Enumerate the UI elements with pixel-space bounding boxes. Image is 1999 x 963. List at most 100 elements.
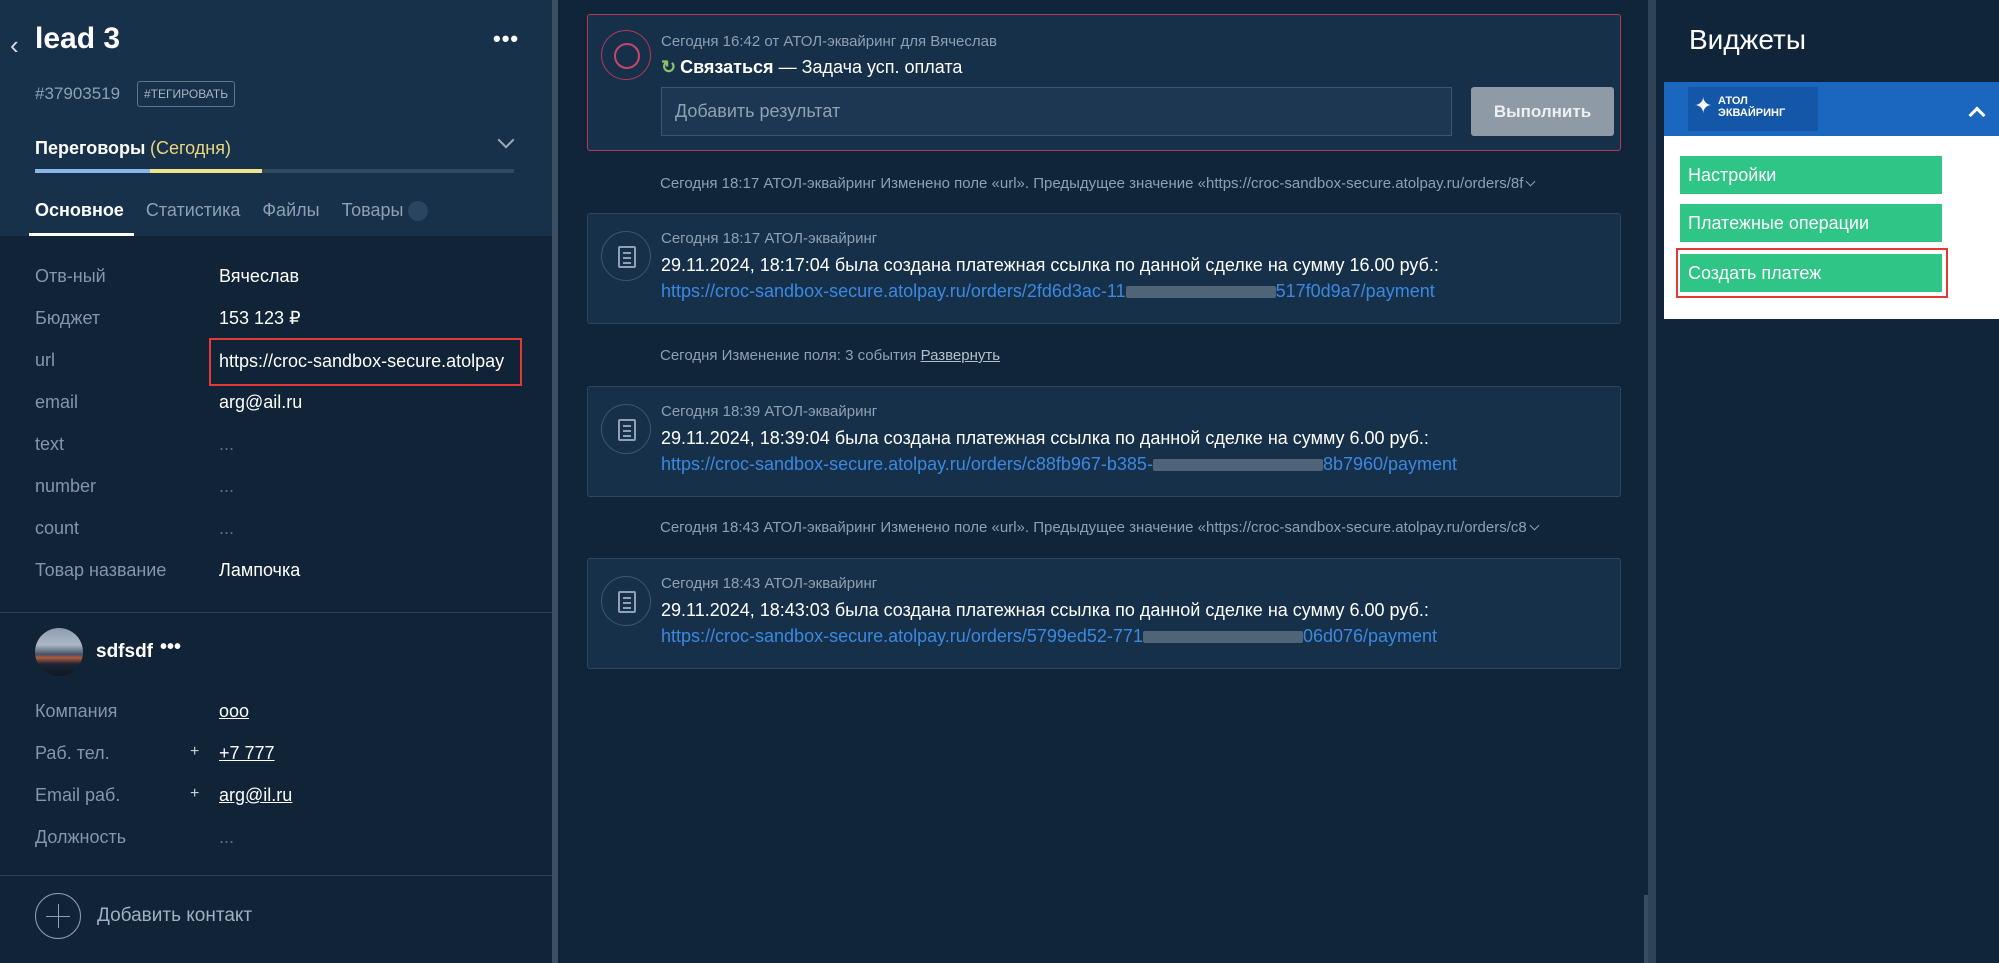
field-label-number: number xyxy=(35,476,97,496)
task-line: ↻ Связаться — Задача усп. оплата xyxy=(661,57,962,78)
note-meta: Сегодня 18:43 АТОЛ-эквайринг xyxy=(661,575,878,592)
task-action[interactable]: Связаться xyxy=(680,57,773,77)
history-text: Сегодня 18:17 АТОЛ-эквайринг Изменено по… xyxy=(660,175,1524,192)
execute-button[interactable]: Выполнить xyxy=(1471,87,1614,136)
task-text: Задача усп. оплата xyxy=(801,57,963,77)
field-value-work-email[interactable]: arg@il.ru xyxy=(219,785,292,806)
task-meta: Сегодня 16:42 от АТОЛ-эквайринг для Вяче… xyxy=(661,33,997,50)
widgets-panel: Виджеты ✦ АТОЛ ЭКВАЙРИНГ Настройки Плате… xyxy=(1648,0,1999,963)
divider xyxy=(0,875,552,876)
payment-link[interactable]: https://croc-sandbox-secure.atolpay.ru/o… xyxy=(661,281,1435,302)
field-value-text[interactable]: ... xyxy=(219,434,234,455)
note-card: Сегодня 18:17 АТОЛ-эквайринг 29.11.2024,… xyxy=(587,213,1621,324)
more-menu-icon[interactable]: ••• xyxy=(493,26,519,52)
chevron-down-icon[interactable] xyxy=(1529,520,1540,531)
call-plus-icon[interactable]: + xyxy=(190,743,199,761)
note-text: 29.11.2024, 18:39:04 была создана платеж… xyxy=(661,428,1429,448)
contact-name[interactable]: sdfsdf xyxy=(96,641,153,663)
field-label-text: text xyxy=(35,434,65,454)
field-value-email[interactable]: arg@ail.ru xyxy=(219,392,302,413)
star-icon: ✦ xyxy=(1694,93,1713,118)
card-tabs: Основное Статистика Файлы Товары xyxy=(29,200,450,236)
atol-widget-header[interactable]: ✦ АТОЛ ЭКВАЙРИНГ xyxy=(1664,82,1999,136)
back-arrow-icon[interactable]: ‹ xyxy=(10,30,19,61)
chevron-down-icon[interactable] xyxy=(1525,176,1536,187)
payment-link-start: https://croc-sandbox-secure.atolpay.ru/o… xyxy=(661,454,1153,474)
note-text: 29.11.2024, 18:17:04 была создана платеж… xyxy=(661,255,1439,275)
tab-products-label: Товары xyxy=(341,200,404,220)
refresh-icon: ↻ xyxy=(661,57,677,77)
task-card: Сегодня 16:42 от АТОЛ-эквайринг для Вяче… xyxy=(587,14,1621,151)
create-payment-button[interactable]: Создать платеж xyxy=(1680,254,1942,292)
stage-date: (Сегодня) xyxy=(150,138,231,158)
activity-feed: Сегодня 16:42 от АТОЛ-эквайринг для Вяче… xyxy=(558,0,1648,963)
payment-link[interactable]: https://croc-sandbox-secure.atolpay.ru/o… xyxy=(661,626,1437,647)
payment-link-end: 06d076/payment xyxy=(1302,626,1438,646)
field-value-position[interactable]: ... xyxy=(219,827,234,848)
settings-button[interactable]: Настройки xyxy=(1680,156,1942,194)
tag-button[interactable]: #ТЕГИРОВАТЬ xyxy=(137,81,236,107)
tab-statistics[interactable]: Статистика xyxy=(146,200,241,236)
history-entry: Сегодня 18:43 АТОЛ-эквайринг Изменено по… xyxy=(660,519,1540,536)
field-value-url[interactable]: https://croc-sandbox-secure.atolpay xyxy=(209,338,522,386)
task-dash: — xyxy=(778,57,797,77)
field-label-responsible: Отв-ный xyxy=(35,266,106,286)
note-meta: Сегодня 18:17 АТОЛ-эквайринг xyxy=(661,230,878,247)
pipeline-stage[interactable]: Переговоры xyxy=(35,138,145,159)
atol-widget-body: Настройки Платежные операции Создать пла… xyxy=(1664,136,1999,319)
payment-operations-button[interactable]: Платежные операции xyxy=(1680,204,1942,242)
add-contact-plus-icon[interactable] xyxy=(35,893,81,939)
add-contact-button[interactable]: Добавить контакт xyxy=(97,905,252,927)
stage-chevron-down-icon[interactable] xyxy=(497,131,515,149)
progress-segment-1 xyxy=(35,169,150,173)
field-value-company[interactable]: ооо xyxy=(219,701,249,722)
field-label-url: url xyxy=(35,350,56,370)
field-label-position: Должность xyxy=(35,827,127,847)
avatar[interactable] xyxy=(35,628,83,676)
lead-title[interactable]: lead 3 xyxy=(35,22,120,56)
payment-link-end: 8b7960/payment xyxy=(1322,454,1458,474)
document-icon xyxy=(601,231,651,281)
payment-link-start: https://croc-sandbox-secure.atolpay.ru/o… xyxy=(661,626,1143,646)
history-entry: Сегодня 18:17 АТОЛ-эквайринг Изменено по… xyxy=(660,175,1536,192)
progress-segment-2 xyxy=(150,169,262,173)
lead-id: #37903519 xyxy=(35,84,121,103)
redaction xyxy=(1142,631,1303,644)
note-text: 29.11.2024, 18:43:03 была создана платеж… xyxy=(661,600,1429,620)
document-icon xyxy=(601,576,651,626)
field-label-work-phone: Раб. тел. xyxy=(35,743,110,763)
tab-products[interactable]: Товары xyxy=(342,200,428,236)
field-label-count: count xyxy=(35,518,80,538)
history-text: Сегодня Изменение поля: 3 события xyxy=(660,347,917,364)
atol-logo-text: АТОЛ ЭКВАЙРИНГ xyxy=(1718,95,1786,119)
field-value-product-name[interactable]: Лампочка xyxy=(219,560,300,581)
field-value-budget[interactable]: 153 123 ₽ xyxy=(219,308,301,329)
chevron-up-icon[interactable] xyxy=(1968,106,1986,124)
note-meta: Сегодня 18:39 АТОЛ-эквайринг xyxy=(661,403,878,420)
payment-link[interactable]: https://croc-sandbox-secure.atolpay.ru/o… xyxy=(661,454,1457,475)
redaction xyxy=(1152,459,1323,472)
stage-progress xyxy=(35,169,514,173)
note-card: Сегодня 18:43 АТОЛ-эквайринг 29.11.2024,… xyxy=(587,558,1621,669)
widgets-title: Виджеты xyxy=(1689,24,1806,55)
field-value-count[interactable]: ... xyxy=(219,518,234,539)
field-label-work-email: Email раб. xyxy=(35,785,121,805)
tab-files[interactable]: Файлы xyxy=(262,200,319,236)
clock-icon xyxy=(601,30,651,80)
expand-link[interactable]: Развернуть xyxy=(921,347,1001,364)
tab-main[interactable]: Основное xyxy=(29,200,134,236)
field-value-number[interactable]: ... xyxy=(219,476,234,497)
result-input[interactable] xyxy=(661,87,1452,136)
field-label-product-name: Товар название xyxy=(35,560,167,580)
payment-link-start: https://croc-sandbox-secure.atolpay.ru/o… xyxy=(661,281,1126,301)
contact-more-icon[interactable]: ••• xyxy=(160,636,181,659)
field-value-responsible[interactable]: Вячеслав xyxy=(219,266,299,287)
email-plus-icon[interactable]: + xyxy=(190,785,199,803)
note-card: Сегодня 18:39 АТОЛ-эквайринг 29.11.2024,… xyxy=(587,386,1621,497)
atol-logo: ✦ АТОЛ ЭКВАЙРИНГ xyxy=(1688,87,1818,131)
field-value-work-phone[interactable]: +7 777 xyxy=(219,743,275,764)
document-icon xyxy=(601,404,651,454)
history-text: Сегодня 18:43 АТОЛ-эквайринг Изменено по… xyxy=(660,519,1527,536)
lead-header: ‹ lead 3 ••• #37903519 #ТЕГИРОВАТЬ Перег… xyxy=(0,0,552,236)
field-label-budget: Бюджет xyxy=(35,308,101,328)
